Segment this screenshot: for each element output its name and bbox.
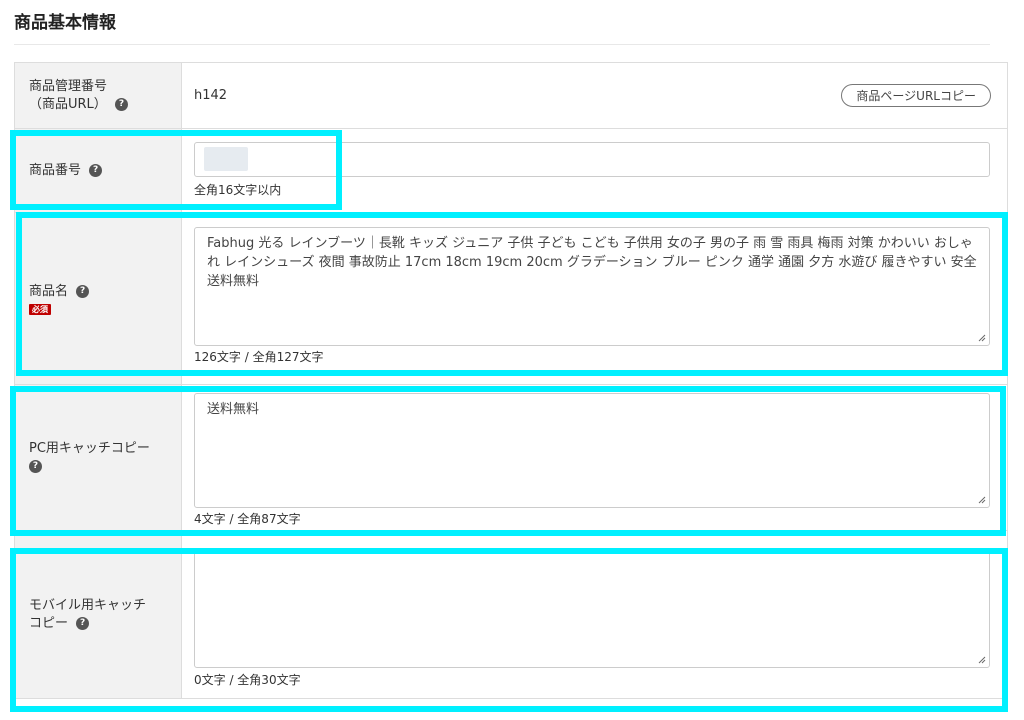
value-mobile-catch-copy: 0文字 / 全角30文字 (182, 531, 1007, 698)
pc-catch-copy-text: 送料無料 (207, 402, 260, 417)
product-name-counter: 126文字 / 全角127文字 (194, 350, 324, 364)
help-icon[interactable]: ? (76, 616, 90, 630)
row-product-name: 商品名 ? 必須 Fabhug 光る レインブーツ｜長靴 キッズ ジュニア 子供… (15, 213, 1007, 385)
label-product-url-line1: 商品管理番号 (29, 78, 108, 94)
section-title: 商品基本情報 (14, 13, 116, 33)
value-product-url: h142 商品ページURLコピー (182, 63, 1007, 128)
label-mobile-catch-copy-line1: モバイル用キャッチ (29, 597, 147, 613)
product-number-hint: 全角16文字以内 (194, 183, 282, 197)
required-badge: 必須 (29, 303, 51, 315)
row-product-url: 商品管理番号 （商品URL） ? h142 商品ページURLコピー (15, 63, 1007, 129)
help-icon[interactable]: ? (29, 459, 42, 473)
label-mobile-catch-copy: モバイル用キャッチ コピー ? (15, 531, 182, 698)
label-product-name: 商品名 ? 必須 (15, 213, 182, 384)
label-pc-catch-copy-text: PC用キャッチコピー (29, 440, 150, 456)
product-basic-info-page: 商品基本情報 商品管理番号 （商品URL） ? h142 商品ページURLコピー… (0, 0, 1024, 720)
pc-catch-copy-textarea[interactable]: 送料無料 (194, 393, 990, 508)
mobile-catch-copy-textarea[interactable] (194, 551, 990, 668)
product-name-text: Fabhug 光る レインブーツ｜長靴 キッズ ジュニア 子供 子ども こども … (207, 236, 977, 289)
label-pc-catch-copy: PC用キャッチコピー ? (15, 385, 182, 530)
row-product-number: 商品番号 ? 全角16文字以内 (15, 129, 1007, 213)
title-divider (14, 44, 990, 45)
resize-grip-icon[interactable] (978, 334, 986, 342)
product-url-value: h142 (194, 88, 228, 103)
row-pc-catch-copy: PC用キャッチコピー ? 送料無料 4文字 / 全角87文字 (15, 385, 1007, 531)
help-icon[interactable]: ? (89, 163, 103, 177)
resize-grip-icon[interactable] (978, 656, 986, 664)
redacted-value (204, 147, 248, 171)
row-mobile-catch-copy: モバイル用キャッチ コピー ? 0文字 / 全角30文字 (15, 531, 1007, 699)
label-product-url-line2: （商品URL） (29, 96, 107, 112)
label-product-url: 商品管理番号 （商品URL） ? (15, 63, 182, 128)
label-mobile-catch-copy-line2: コピー (29, 615, 69, 631)
product-name-textarea[interactable]: Fabhug 光る レインブーツ｜長靴 キッズ ジュニア 子供 子ども こども … (194, 227, 990, 346)
resize-grip-icon[interactable] (978, 496, 986, 504)
value-product-name: Fabhug 光る レインブーツ｜長靴 キッズ ジュニア 子供 子ども こども … (182, 213, 1007, 384)
product-info-form: 商品管理番号 （商品URL） ? h142 商品ページURLコピー 商品番号 ? (14, 62, 1008, 699)
pc-catch-copy-counter: 4文字 / 全角87文字 (194, 512, 301, 526)
product-number-input[interactable] (194, 142, 990, 177)
copy-product-url-button[interactable]: 商品ページURLコピー (841, 84, 991, 107)
help-icon[interactable]: ? (76, 284, 90, 298)
label-product-name-text: 商品名 (29, 283, 69, 299)
value-product-number: 全角16文字以内 (182, 129, 1007, 212)
mobile-catch-copy-counter: 0文字 / 全角30文字 (194, 673, 301, 687)
value-pc-catch-copy: 送料無料 4文字 / 全角87文字 (182, 385, 1007, 530)
label-product-number: 商品番号 ? (15, 129, 182, 212)
label-product-number-text: 商品番号 (29, 162, 82, 178)
help-icon[interactable]: ? (114, 97, 128, 111)
